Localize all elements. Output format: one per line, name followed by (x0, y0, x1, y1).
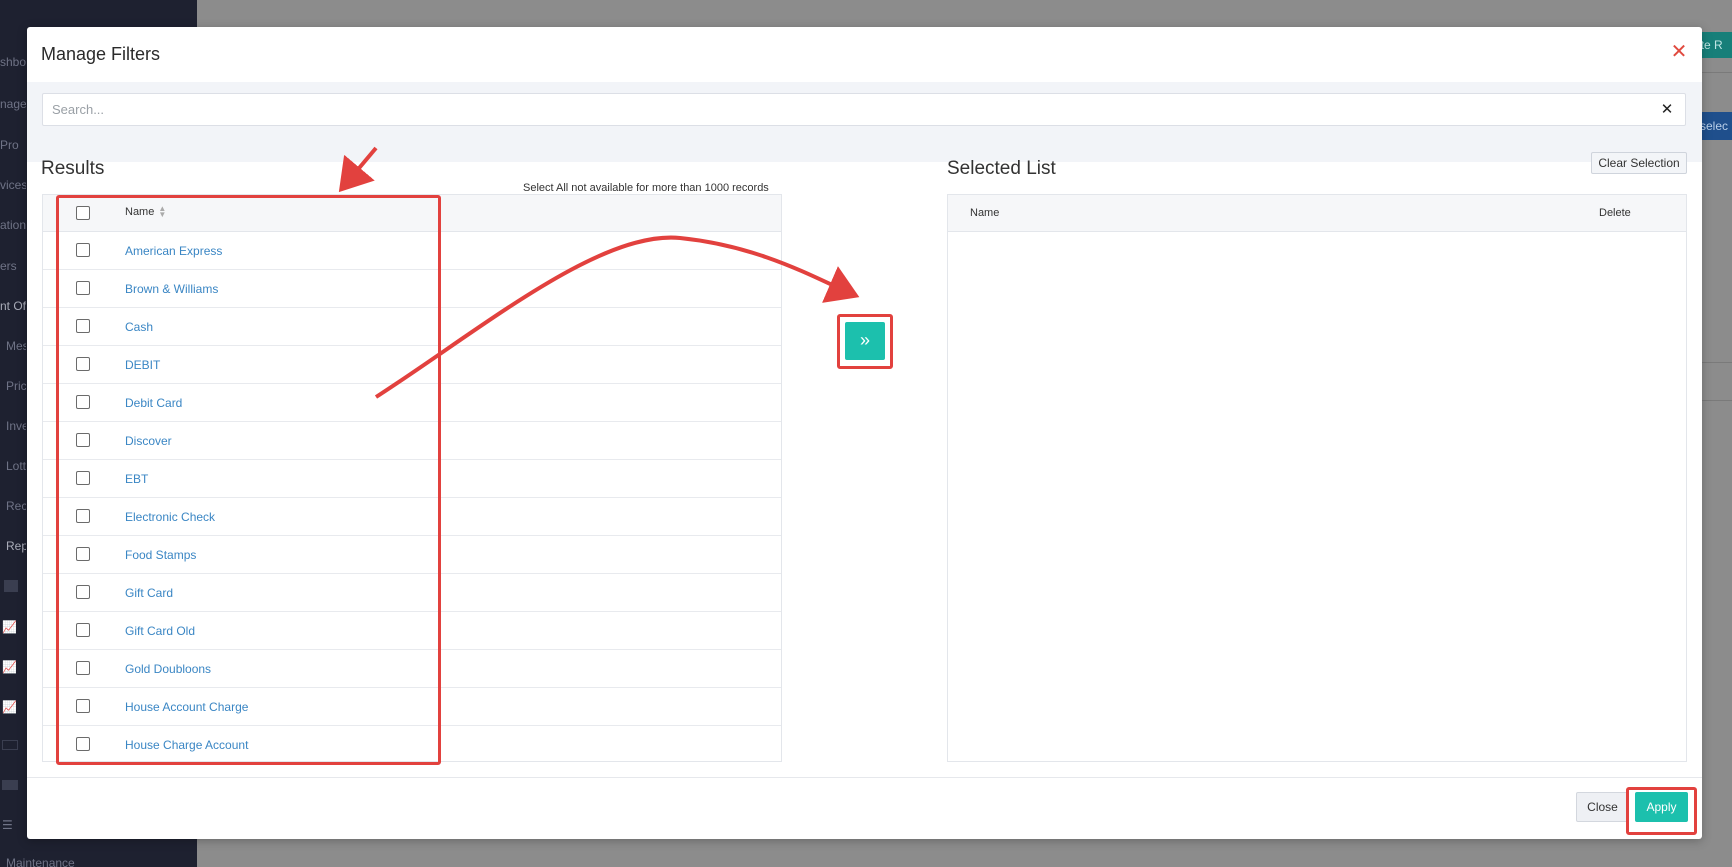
clear-search-icon[interactable]: ✕ (1656, 99, 1678, 121)
table-row: Debit Card (43, 384, 781, 422)
row-checkbox[interactable] (76, 585, 90, 599)
filter-name-link[interactable]: Discover (125, 434, 172, 448)
table-row: Cash (43, 308, 781, 346)
bg-sidebar-label: Maintenance (6, 856, 75, 867)
table-row: House Account Charge (43, 688, 781, 726)
table-row: Discover (43, 422, 781, 460)
select-all-checkbox[interactable] (76, 206, 90, 220)
results-title: Results (41, 158, 105, 179)
filter-name-link[interactable]: American Express (125, 244, 222, 258)
bg-sidebar-label: Inve (6, 419, 26, 433)
modal-title: Manage Filters (41, 44, 161, 64)
table-row: Gold Doubloons (43, 650, 781, 688)
filter-name-link[interactable]: Gift Card (125, 586, 173, 600)
bg-sidebar-label: Lott (6, 459, 26, 473)
table-row: House Charge Account (43, 726, 781, 761)
apply-button[interactable]: Apply (1635, 792, 1688, 822)
filter-name-link[interactable]: DEBIT (125, 358, 160, 372)
selected-list-table: Name Delete (947, 194, 1687, 762)
list-icon: ☰ (2, 818, 13, 832)
filter-name-link[interactable]: House Account Charge (125, 700, 248, 714)
filter-name-link[interactable]: Debit Card (125, 396, 182, 410)
clear-selection-button[interactable]: Clear Selection (1591, 152, 1687, 174)
table-row: Electronic Check (43, 498, 781, 536)
bg-sidebar-label: nt Of (0, 299, 26, 313)
bg-sidebar-label: Mes (6, 339, 26, 353)
table-row: American Express (43, 232, 781, 270)
selected-list-header: Name Delete (948, 195, 1686, 232)
sort-icon: ▲ ▼ (158, 204, 167, 220)
selected-name-column-header: Name (970, 207, 1000, 219)
search-input[interactable] (42, 93, 1686, 126)
table-row: Brown & Williams (43, 270, 781, 308)
bookmark-icon (4, 580, 18, 592)
bg-sidebar-label: vices (0, 178, 26, 192)
bg-sidebar-label: Rec (6, 499, 26, 513)
results-list: American Express Brown & Williams Cash DEBI… (43, 232, 781, 761)
filter-name-link[interactable]: Electronic Check (125, 510, 215, 524)
close-button[interactable]: Close (1576, 792, 1629, 822)
name-column-header[interactable]: Name ▲ ▼ (125, 204, 167, 220)
selected-list-title: Selected List (947, 158, 1056, 179)
calendar-icon (2, 740, 18, 750)
close-icon[interactable]: ✕ (1667, 40, 1691, 64)
row-checkbox[interactable] (76, 471, 90, 485)
row-checkbox[interactable] (76, 281, 90, 295)
row-checkbox[interactable] (76, 433, 90, 447)
double-chevron-right-icon: » (859, 330, 870, 350)
row-checkbox[interactable] (76, 547, 90, 561)
bg-sidebar-label: shboa (0, 55, 26, 69)
filter-name-link[interactable]: EBT (125, 472, 148, 486)
bg-sidebar-label: Rep (6, 539, 26, 553)
filter-name-link[interactable]: Cash (125, 320, 153, 334)
select-all-note: Select All not available for more than 1… (523, 182, 769, 194)
row-checkbox[interactable] (76, 509, 90, 523)
bg-sidebar-label: Pric (6, 379, 26, 393)
bg-divider (1700, 400, 1732, 401)
card-icon (2, 780, 18, 790)
bg-divider (1700, 72, 1732, 73)
table-row: EBT (43, 460, 781, 498)
table-row: Food Stamps (43, 536, 781, 574)
filter-name-link[interactable]: Gift Card Old (125, 624, 195, 638)
results-header: Name ▲ ▼ (43, 195, 781, 232)
row-checkbox[interactable] (76, 357, 90, 371)
row-checkbox[interactable] (76, 395, 90, 409)
filter-name-link[interactable]: Gold Doubloons (125, 662, 211, 676)
delete-column-header: Delete (1599, 207, 1631, 219)
table-row: Gift Card Old (43, 612, 781, 650)
footer-divider (27, 777, 1702, 778)
filter-name-link[interactable]: House Charge Account (125, 738, 248, 752)
filter-name-link[interactable]: Brown & Williams (125, 282, 218, 296)
row-checkbox[interactable] (76, 699, 90, 713)
bg-sidebar-label: ation (0, 218, 26, 232)
table-row: Gift Card (43, 574, 781, 612)
chart-line-icon: 📈 (2, 700, 16, 714)
bg-divider (1700, 362, 1732, 363)
results-table: Name ▲ ▼ American Express Brown & Williams C… (42, 194, 782, 762)
row-checkbox[interactable] (76, 661, 90, 675)
manage-filters-modal: Manage Filters ✕ ✕ Results Select All no… (27, 27, 1702, 839)
bg-sidebar-label: nage (0, 97, 26, 111)
chart-line-icon: 📈 (2, 660, 16, 674)
move-selected-button[interactable]: » (845, 322, 885, 360)
row-checkbox[interactable] (76, 243, 90, 257)
filter-name-link[interactable]: Food Stamps (125, 548, 196, 562)
row-checkbox[interactable] (76, 623, 90, 637)
chart-line-icon: 📈 (2, 620, 16, 634)
bg-sidebar-label: ers (0, 259, 17, 273)
bg-sidebar-label: Pro (0, 138, 19, 152)
row-checkbox[interactable] (76, 737, 90, 751)
table-row: DEBIT (43, 346, 781, 384)
row-checkbox[interactable] (76, 319, 90, 333)
